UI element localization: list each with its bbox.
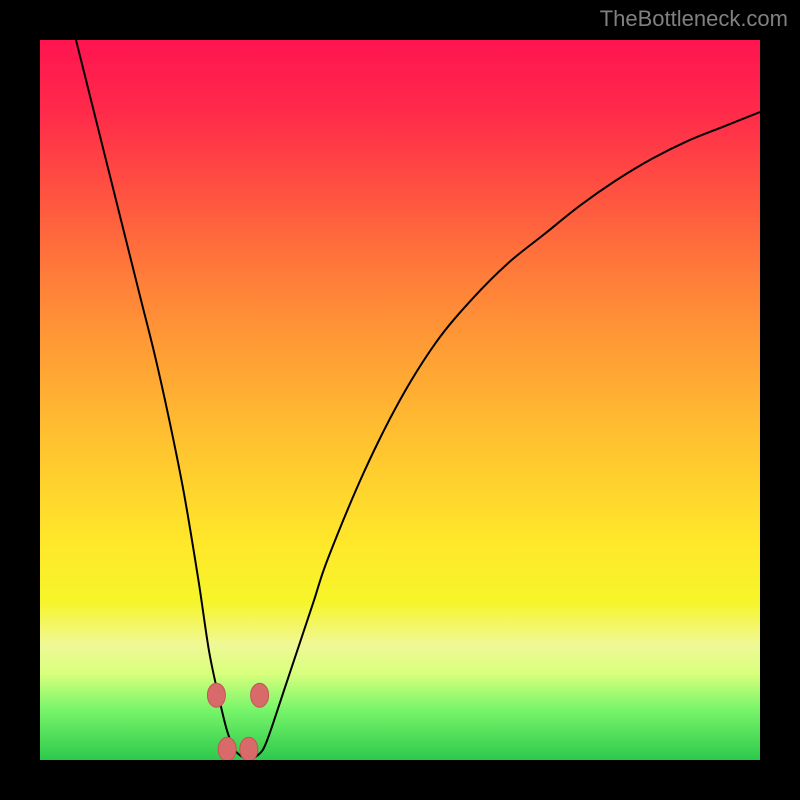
chart-area — [40, 40, 760, 760]
watermark-text: TheBottleneck.com — [600, 6, 788, 32]
bottleneck-curve — [76, 40, 760, 760]
highlight-dot — [218, 737, 236, 760]
bottleneck-curve-svg — [40, 40, 760, 760]
highlight-dot — [240, 737, 258, 760]
highlight-dot — [207, 683, 225, 707]
highlight-dot — [251, 683, 269, 707]
highlight-dots — [207, 683, 268, 760]
